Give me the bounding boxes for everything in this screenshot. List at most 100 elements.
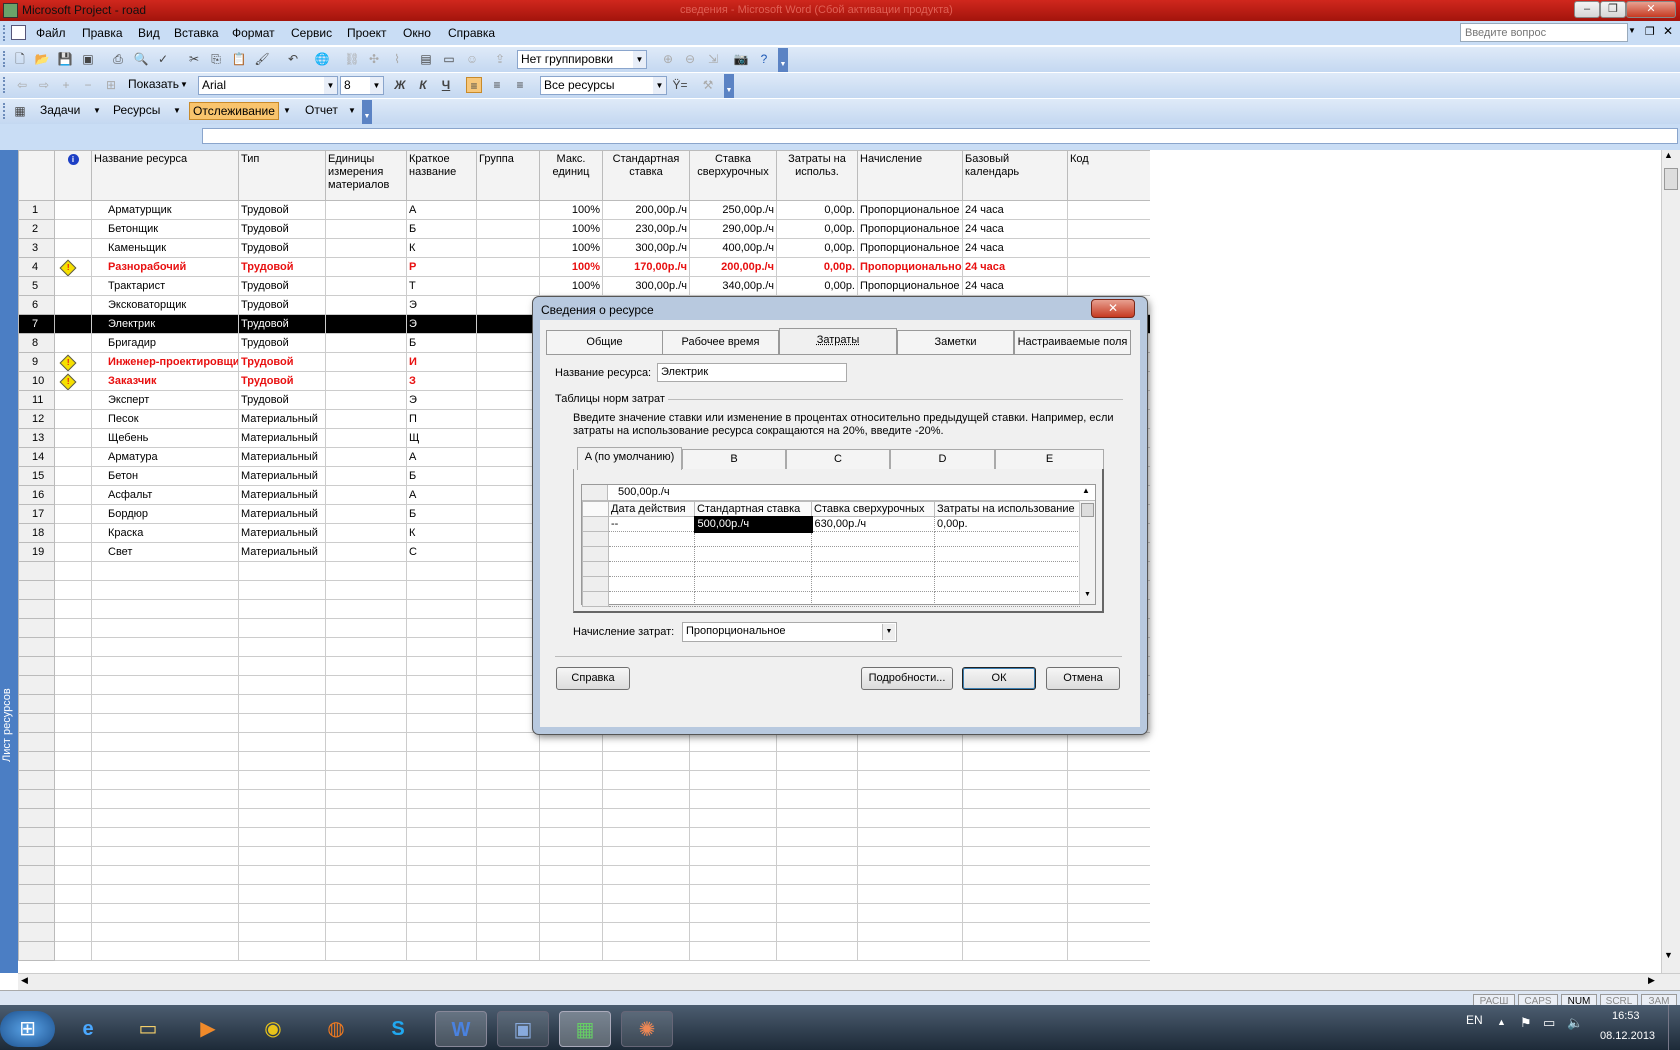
cell-cal[interactable]: 24 часа xyxy=(962,200,1068,220)
cell-cal[interactable]: 24 часа xyxy=(962,238,1068,258)
cell-units[interactable] xyxy=(325,276,407,296)
col-group-header[interactable]: Группа xyxy=(476,150,540,201)
tab-costs[interactable]: Затраты xyxy=(779,328,897,355)
cell-group[interactable] xyxy=(476,314,540,334)
indicators-header[interactable]: i xyxy=(54,150,92,201)
cell-name[interactable]: Щебень xyxy=(91,428,239,448)
cell-cal[interactable]: 24 часа xyxy=(962,257,1068,277)
resources-menu[interactable]: Ресурсы xyxy=(113,103,160,117)
filter-select[interactable]: Все ресурсы ▼ xyxy=(540,76,667,95)
cell-name[interactable] xyxy=(91,884,239,904)
cell-type[interactable]: Трудовой xyxy=(238,295,326,315)
cell-type[interactable] xyxy=(238,713,326,733)
save-icon[interactable]: 💾 xyxy=(57,51,73,67)
cell-type[interactable] xyxy=(238,789,326,809)
outline-icon[interactable]: ⊞ xyxy=(103,77,119,93)
cell-type[interactable] xyxy=(238,675,326,695)
cell-cal[interactable] xyxy=(962,751,1068,771)
explorer-icon[interactable]: ▭ xyxy=(122,1011,174,1047)
grid-cell[interactable] xyxy=(608,561,695,577)
show-subtasks-icon[interactable]: + xyxy=(58,77,74,93)
hide-subtasks-icon[interactable]: − xyxy=(80,77,96,93)
cell-units[interactable] xyxy=(325,219,407,239)
cell-group[interactable] xyxy=(476,922,540,942)
grid-cell-std-rate[interactable]: 500,00р./ч xyxy=(693,515,813,533)
grid-cell[interactable] xyxy=(608,591,695,607)
cell-type[interactable]: Трудовой xyxy=(238,314,326,334)
cell-cal[interactable]: 24 часа xyxy=(962,276,1068,296)
cell-accrue[interactable] xyxy=(857,941,963,961)
col-accrue-header[interactable]: Начисление xyxy=(857,150,963,201)
cell-type[interactable]: Трудовой xyxy=(238,390,326,410)
cell-name[interactable] xyxy=(91,561,239,581)
cell-short[interactable]: Т xyxy=(406,276,477,296)
cell-short[interactable]: С xyxy=(406,542,477,562)
ok-button[interactable]: ОК xyxy=(962,667,1036,690)
cell-group[interactable] xyxy=(476,846,540,866)
cell-accrue[interactable] xyxy=(857,884,963,904)
cell-name[interactable]: Каменьщик xyxy=(91,238,239,258)
cell-short[interactable] xyxy=(406,770,477,790)
cell-type[interactable] xyxy=(238,827,326,847)
clock-time[interactable]: 16:53 xyxy=(1612,1010,1640,1022)
undo-icon[interactable]: ↶ xyxy=(285,51,301,67)
grid-vscroll[interactable]: ▼ xyxy=(1079,501,1095,604)
cell-code[interactable] xyxy=(1067,941,1150,961)
cell-type[interactable]: Трудовой xyxy=(238,333,326,353)
vertical-scrollbar[interactable]: ▲ ▼ xyxy=(1661,150,1680,973)
row-number[interactable] xyxy=(18,789,55,809)
media-player-icon[interactable]: ▶ xyxy=(182,1011,234,1047)
col-calendar-header[interactable]: Базовый календарь xyxy=(962,150,1068,201)
skype-icon[interactable]: S xyxy=(372,1011,424,1047)
cell-short[interactable] xyxy=(406,751,477,771)
grid-row-header[interactable] xyxy=(582,516,609,532)
cell-accrue[interactable] xyxy=(857,846,963,866)
language-indicator[interactable]: EN xyxy=(1466,1013,1483,1027)
cell-type[interactable]: Материальный xyxy=(238,447,326,467)
cell-short[interactable] xyxy=(406,637,477,657)
publish-icon[interactable]: ⇪ xyxy=(492,51,508,67)
row-number[interactable]: 8 xyxy=(18,333,55,353)
volume-icon[interactable]: 🔈 xyxy=(1567,1015,1583,1031)
row-number[interactable] xyxy=(18,599,55,619)
col-material-units-header[interactable]: Единицы измерения материалов xyxy=(325,150,407,201)
grid-cell[interactable] xyxy=(934,531,1080,547)
cell-code[interactable] xyxy=(1067,238,1150,258)
row-number[interactable]: 3 xyxy=(18,238,55,258)
underline-button[interactable]: Ч xyxy=(438,77,454,93)
cell-type[interactable]: Материальный xyxy=(238,504,326,524)
cell-short[interactable]: Б xyxy=(406,504,477,524)
firefox-icon[interactable]: ◍ xyxy=(310,1011,362,1047)
word-icon[interactable]: W xyxy=(435,1011,487,1047)
cell-ovt[interactable] xyxy=(689,770,777,790)
grid-edit-value[interactable]: 500,00р./ч xyxy=(618,486,670,498)
row-number[interactable] xyxy=(18,827,55,847)
cell-units[interactable] xyxy=(325,542,407,562)
cell-cost[interactable] xyxy=(776,751,858,771)
cell-short[interactable]: Б xyxy=(406,466,477,486)
cell-short[interactable] xyxy=(406,903,477,923)
cell-type[interactable]: Материальный xyxy=(238,523,326,543)
grid-cell[interactable] xyxy=(694,591,812,607)
row-number[interactable] xyxy=(18,922,55,942)
cell-accrue[interactable]: Пропорциональное xyxy=(857,257,963,277)
grid-row-header[interactable] xyxy=(582,561,609,577)
cell-units[interactable] xyxy=(325,922,407,942)
grid-cell[interactable] xyxy=(811,546,935,562)
cell-cost[interactable] xyxy=(776,903,858,923)
cell-short[interactable] xyxy=(406,884,477,904)
grid-col-std-rate[interactable]: Стандартная ставка xyxy=(694,501,812,517)
cell-type[interactable]: Трудовой xyxy=(238,200,326,220)
cell-group[interactable] xyxy=(476,409,540,429)
cell-name[interactable]: Эксперт xyxy=(91,390,239,410)
cell-units[interactable] xyxy=(325,371,407,391)
row-number[interactable]: 19 xyxy=(18,542,55,562)
cell-units[interactable] xyxy=(325,295,407,315)
cell-name[interactable]: Бордюр xyxy=(91,504,239,524)
cell-units[interactable] xyxy=(325,599,407,619)
row-number[interactable] xyxy=(18,808,55,828)
col-ovt-rate-header[interactable]: Ставка сверхурочных xyxy=(689,150,777,201)
grid-cell[interactable] xyxy=(694,546,812,562)
grid-scroll-down-icon[interactable]: ▼ xyxy=(1084,591,1091,598)
close-button[interactable]: ✕ xyxy=(1626,1,1676,18)
